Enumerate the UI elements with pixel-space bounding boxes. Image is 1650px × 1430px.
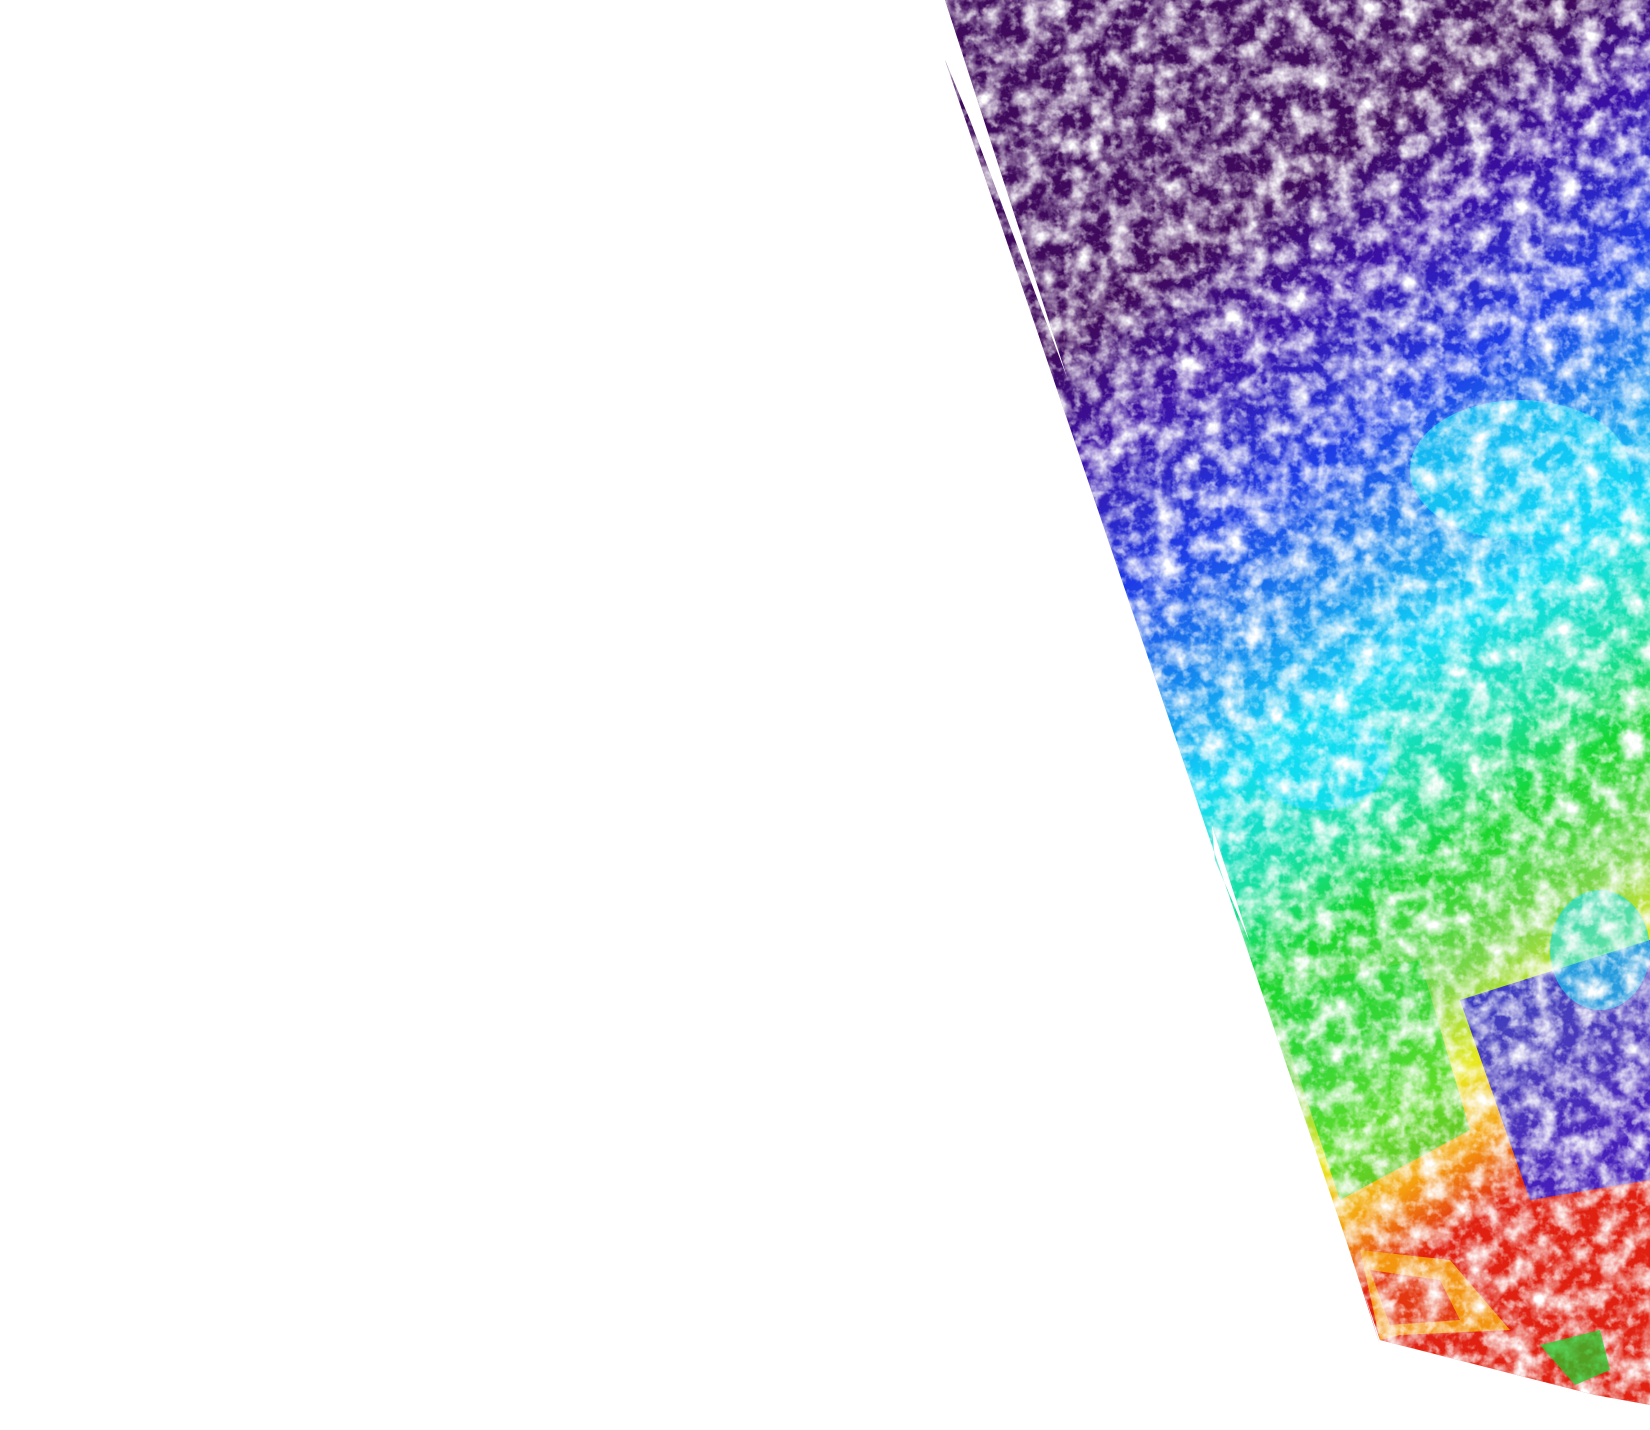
swath-data-layer bbox=[945, 0, 1650, 1405]
satellite-swath bbox=[945, 0, 1650, 1405]
map-canvas bbox=[0, 0, 1650, 1430]
